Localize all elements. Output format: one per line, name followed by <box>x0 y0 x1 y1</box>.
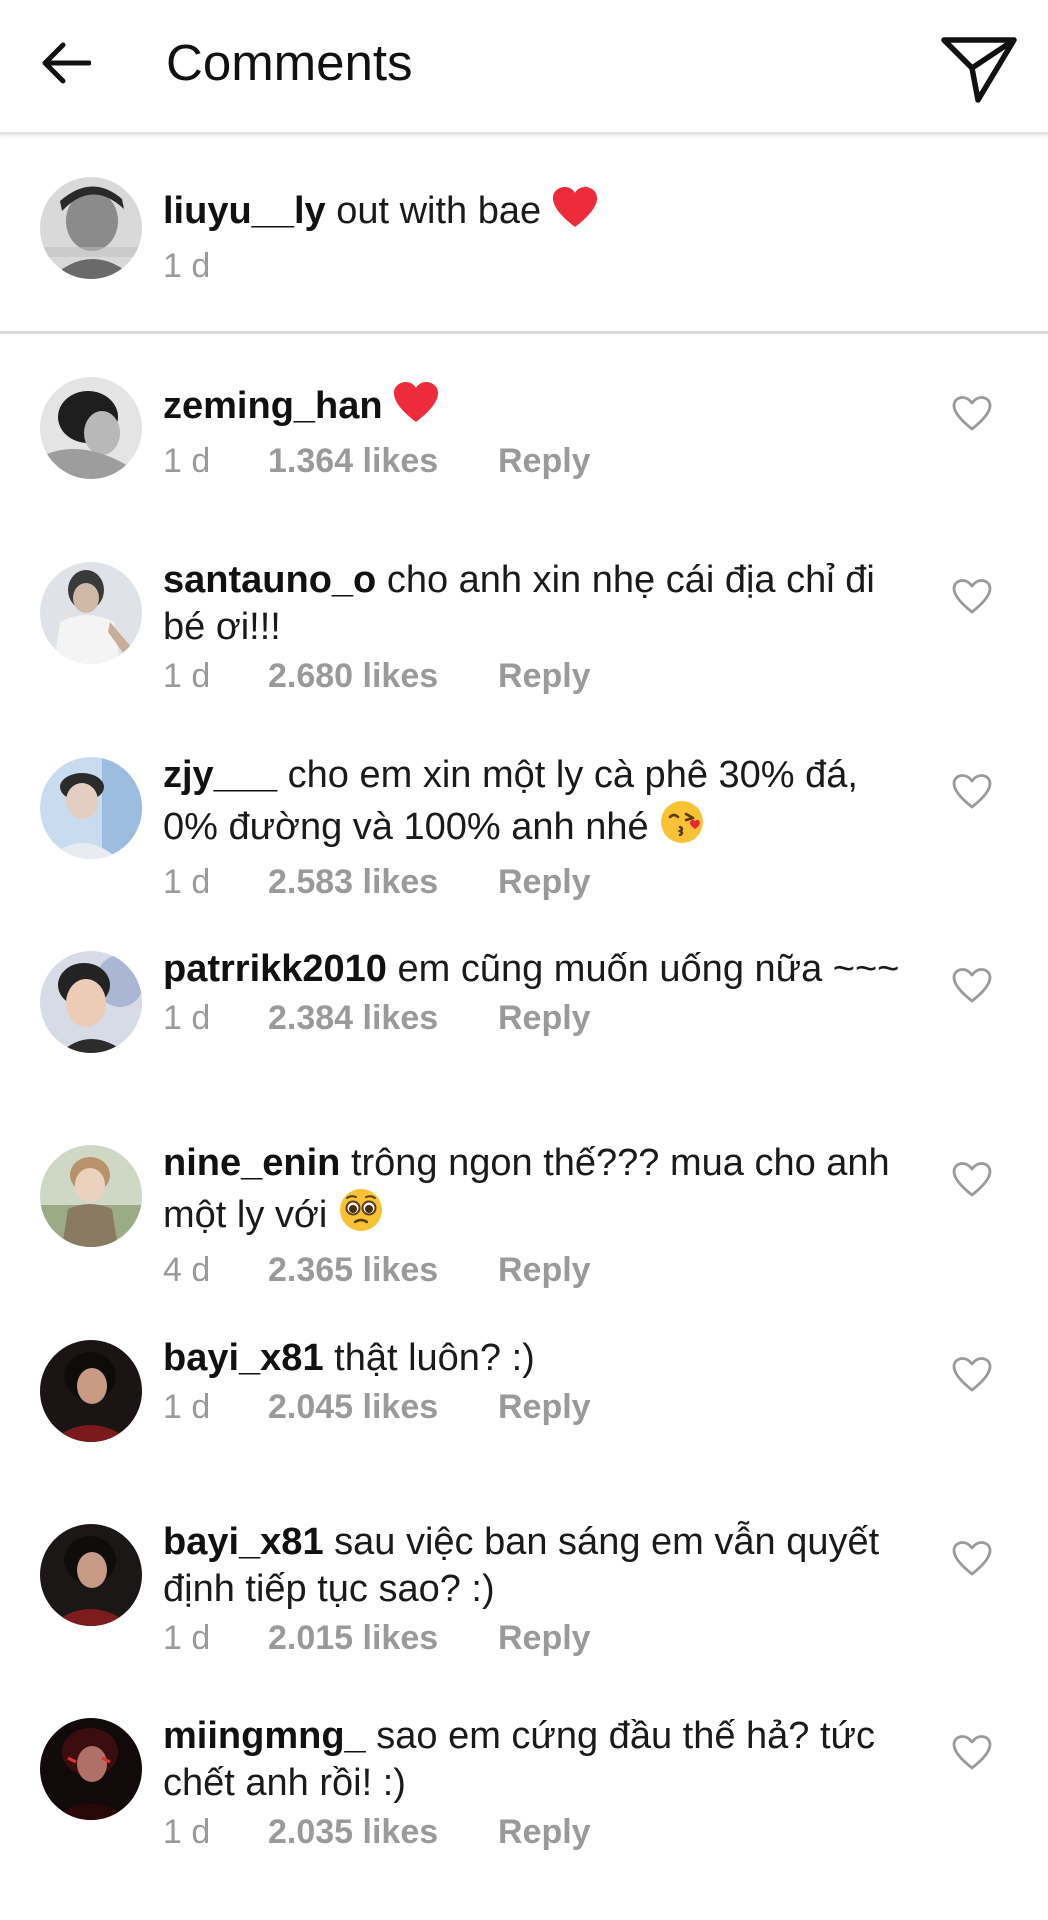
comment-time: 1 d <box>163 1388 211 1426</box>
heart-outline-icon <box>952 396 992 431</box>
comment-item: bayi_x81 thật luôn? :) 1 d 2.045 likes Rep… <box>0 1335 1048 1455</box>
comment-time: 1 d <box>163 863 211 901</box>
comment-time: 1 d <box>163 999 211 1037</box>
comment-item: nine_enin trông ngon thế??? mua cho anh … <box>0 1140 1048 1290</box>
like-button[interactable] <box>950 392 994 436</box>
post-caption: liuyu__ly out with bae 1 d <box>0 135 1048 334</box>
comment-text: thật luôn? :) <box>334 1337 535 1379</box>
reply-button[interactable]: Reply <box>498 999 591 1037</box>
comment-username[interactable]: patrrikk2010 <box>163 948 387 990</box>
comment-time: 1 d <box>163 442 211 480</box>
avatar[interactable] <box>40 951 142 1053</box>
pleading-face-emoji <box>338 1187 384 1245</box>
avatar[interactable] <box>40 757 142 859</box>
red-heart-emoji <box>393 382 439 436</box>
comment-username[interactable]: miingmng_ <box>163 1715 366 1757</box>
like-button[interactable] <box>950 964 994 1008</box>
like-button[interactable] <box>950 770 994 814</box>
reply-button[interactable]: Reply <box>498 1388 591 1426</box>
page-title: Comments <box>166 34 413 91</box>
comment-username[interactable]: bayi_x81 <box>163 1521 324 1563</box>
comment-time: 1 d <box>163 657 211 695</box>
caption-time: 1 d <box>163 247 211 285</box>
comment-username[interactable]: zjy___ <box>163 754 277 796</box>
heart-outline-icon <box>952 968 992 1003</box>
heart-outline-icon <box>952 1357 992 1392</box>
likes-count[interactable]: 2.365 likes <box>268 1248 498 1292</box>
heart-outline-icon <box>952 774 992 809</box>
reply-button[interactable]: Reply <box>498 863 591 901</box>
top-bar: Comments <box>0 0 1048 135</box>
avatar[interactable] <box>40 1340 142 1442</box>
arrow-left-icon <box>42 42 91 84</box>
avatar[interactable] <box>40 177 142 279</box>
reply-button[interactable]: Reply <box>498 1619 591 1657</box>
avatar[interactable] <box>40 377 142 479</box>
comment-time: 4 d <box>163 1251 211 1289</box>
back-button[interactable] <box>30 28 100 98</box>
comment-username[interactable]: santauno_o <box>163 559 376 601</box>
like-button[interactable] <box>950 1537 994 1581</box>
reply-button[interactable]: Reply <box>498 442 591 480</box>
comment-time: 1 d <box>163 1619 211 1657</box>
comment-item: zjy___ cho em xin một ly cà phê 30% đá, … <box>0 752 1048 902</box>
likes-count[interactable]: 2.583 likes <box>268 860 498 904</box>
likes-count[interactable]: 2.015 likes <box>268 1616 498 1660</box>
heart-outline-icon <box>952 1162 992 1197</box>
like-button[interactable] <box>950 575 994 619</box>
likes-count[interactable]: 2.384 likes <box>268 996 498 1040</box>
kissing-face-emoji <box>659 799 705 857</box>
paper-plane-icon <box>941 37 1017 103</box>
likes-count[interactable]: 1.364 likes <box>268 439 498 483</box>
heart-outline-icon <box>952 579 992 614</box>
caption-text: out with bae <box>336 190 542 232</box>
comment-item: miingmng_ sao em cứng đầu thế hả? tức ch… <box>0 1713 1048 1863</box>
like-button[interactable] <box>950 1353 994 1397</box>
likes-count[interactable]: 2.045 likes <box>268 1385 498 1429</box>
comment-username[interactable]: zeming_han <box>163 385 383 427</box>
heart-outline-icon <box>952 1735 992 1770</box>
comment-item: bayi_x81 sau việc ban sáng em vẫn quyết … <box>0 1519 1048 1669</box>
comment-item: santauno_o cho anh xin nhẹ cái địa chỉ đ… <box>0 557 1048 707</box>
comment-time: 1 d <box>163 1813 211 1851</box>
share-button[interactable] <box>934 24 1024 114</box>
likes-count[interactable]: 2.680 likes <box>268 654 498 698</box>
comment-text: em cũng muốn uống nữa ~~~ <box>397 948 900 990</box>
reply-button[interactable]: Reply <box>498 1813 591 1851</box>
like-button[interactable] <box>950 1158 994 1202</box>
comment-username[interactable]: nine_enin <box>163 1142 340 1184</box>
avatar[interactable] <box>40 562 142 664</box>
heart-outline-icon <box>952 1541 992 1576</box>
avatar[interactable] <box>40 1718 142 1820</box>
red-heart-emoji <box>552 187 598 241</box>
avatar[interactable] <box>40 1524 142 1626</box>
likes-count[interactable]: 2.035 likes <box>268 1810 498 1854</box>
like-button[interactable] <box>950 1731 994 1775</box>
comment-username[interactable]: bayi_x81 <box>163 1337 324 1379</box>
comment-item: patrrikk2010 em cũng muốn uống nữa ~~~ 1… <box>0 946 1048 1096</box>
caption-username[interactable]: liuyu__ly <box>163 190 326 232</box>
reply-button[interactable]: Reply <box>498 1251 591 1289</box>
comment-item: zeming_han 1 d 1.364 likes Reply <box>0 372 1048 492</box>
avatar[interactable] <box>40 1145 142 1247</box>
reply-button[interactable]: Reply <box>498 657 591 695</box>
